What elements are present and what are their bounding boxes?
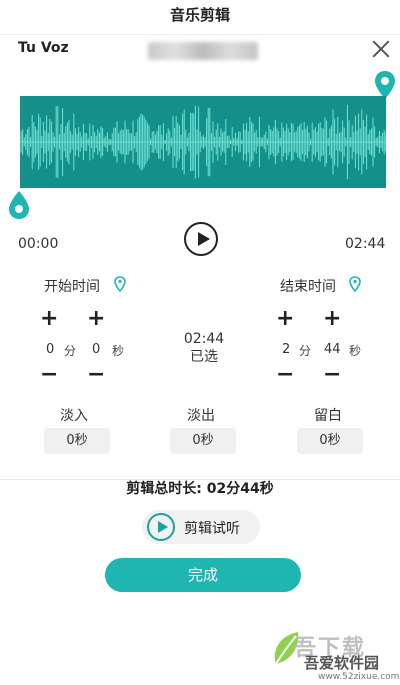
watermark-url: www.52zixue.com bbox=[318, 672, 400, 682]
end-minutes-increment-button[interactable]: + bbox=[276, 308, 294, 330]
selected-duration-label: 已选 bbox=[190, 349, 218, 365]
watermark-site-name: 吾爱软件园 bbox=[304, 654, 380, 672]
padding-select[interactable]: 0秒 bbox=[297, 428, 363, 454]
preview-play-icon[interactable] bbox=[147, 513, 175, 541]
start-minutes-unit: 分 bbox=[64, 344, 77, 358]
start-seconds-increment-button[interactable]: + bbox=[87, 308, 105, 330]
fade-out-label: 淡出 bbox=[187, 408, 215, 424]
end-minutes-decrement-button[interactable]: − bbox=[276, 364, 294, 386]
page-title: 音乐剪辑 bbox=[0, 0, 400, 35]
start-seconds-value: 0 bbox=[92, 342, 101, 357]
end-seconds-unit: 秒 bbox=[349, 344, 362, 358]
end-minutes-unit: 分 bbox=[299, 344, 312, 358]
selected-duration-value: 02:44 bbox=[183, 331, 225, 347]
playback-start-time: 00:00 bbox=[18, 236, 59, 252]
start-minutes-increment-button[interactable]: + bbox=[40, 308, 58, 330]
selected-duration: 02:44 已选 bbox=[176, 330, 232, 366]
fade-out-select[interactable]: 0秒 bbox=[170, 428, 236, 454]
fade-in-select[interactable]: 0秒 bbox=[44, 428, 110, 454]
start-marker-pin-icon[interactable] bbox=[8, 190, 30, 220]
end-time-label: 结束时间 bbox=[280, 279, 336, 295]
song-title: Tu Voz bbox=[18, 40, 69, 56]
blurred-artist-name bbox=[148, 42, 258, 60]
start-time-label: 开始时间 bbox=[44, 279, 100, 295]
play-button[interactable] bbox=[184, 222, 218, 256]
done-button[interactable]: 完成 bbox=[105, 558, 301, 592]
playback-end-time: 02:44 bbox=[345, 236, 386, 252]
locate-start-icon[interactable] bbox=[114, 276, 126, 292]
end-seconds-decrement-button[interactable]: − bbox=[323, 364, 341, 386]
start-seconds-decrement-button[interactable]: − bbox=[87, 364, 105, 386]
end-seconds-increment-button[interactable]: + bbox=[323, 308, 341, 330]
waveform-graph bbox=[20, 104, 386, 180]
preview-label: 剪辑试听 bbox=[184, 521, 240, 537]
end-minutes-value: 2 bbox=[282, 342, 291, 357]
fade-in-label: 淡入 bbox=[60, 408, 88, 424]
end-seconds-value: 44 bbox=[324, 342, 341, 357]
start-minutes-value: 0 bbox=[46, 342, 55, 357]
start-seconds-unit: 秒 bbox=[112, 344, 125, 358]
waveform[interactable] bbox=[20, 96, 386, 188]
locate-end-icon[interactable] bbox=[349, 276, 361, 292]
total-duration: 剪辑总时长: 02分44秒 bbox=[126, 481, 274, 497]
start-minutes-decrement-button[interactable]: − bbox=[40, 364, 58, 386]
close-icon[interactable] bbox=[370, 38, 392, 60]
padding-label: 留白 bbox=[314, 408, 342, 424]
